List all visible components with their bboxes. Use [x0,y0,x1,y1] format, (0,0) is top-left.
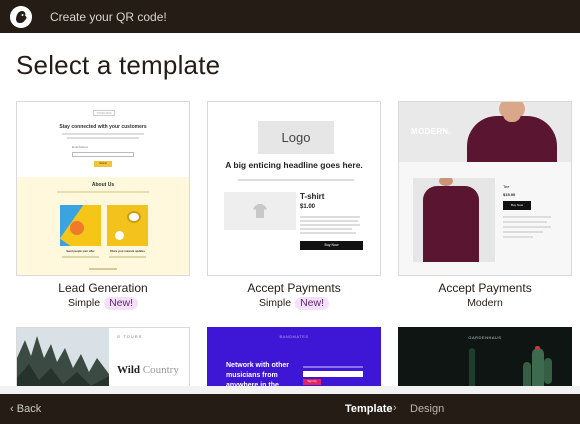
preview-product-name: Tee [503,184,510,189]
preview-image-cup [107,205,148,246]
preview-signup-label: Email Address [72,146,88,149]
preview-image-orange [60,205,101,246]
preview-product-name: T-shirt [300,192,325,201]
preview-heading: Stay connected with your customers [59,124,147,130]
template-card-lead-generation[interactable]: YOUR LOGO Stay connected with your custo… [16,101,190,310]
card-title: Accept Payments [247,281,341,295]
template-thumbnail[interactable]: MODERN. Tee $15.00 Buy Now [398,101,572,276]
preview-forest-image [17,328,109,391]
card-subtitle: Simple [258,297,292,309]
template-thumbnail[interactable]: YOUR LOGO Stay connected with your custo… [16,101,190,276]
card-title: Lead Generation [58,281,148,295]
forest-icon [17,328,109,391]
back-label: Back [16,403,42,415]
step-template[interactable]: Template [345,403,392,415]
preview-buy-button: Buy Now [503,201,531,210]
main-content: Select a template YOUR LOGO Stay connect… [0,33,580,391]
template-thumbnail[interactable]: ⊙ TOURS Wild Country [16,327,190,391]
template-thumbnail[interactable]: GARDENHAUS [398,327,572,391]
tshirt-icon [253,204,267,218]
step-design[interactable]: Design [410,403,444,415]
card-title: Accept Payments [438,281,532,295]
preview-caption-2: Share your relevant updates [110,250,145,253]
preview-headline: A big enticing headline goes here. [225,160,363,170]
mailchimp-logo-icon[interactable] [10,5,32,28]
bottom-bar: ‹ Back Template › Design [0,394,580,424]
template-card-accept-payments-modern[interactable]: MODERN. Tee $15.00 Buy Now Accept Paymen… [398,101,572,309]
app-title: Create your QR code! [50,9,167,24]
template-thumbnail[interactable]: BANDMATES Network with other musicians f… [207,327,381,391]
top-bar: Create your QR code! [0,0,580,33]
preview-brand: BANDMATES [279,334,309,339]
cactus-icon [469,346,552,391]
chevron-right-icon: › [393,402,397,414]
template-card-gardenhaus[interactable]: GARDENHAUS [398,327,572,391]
preview-about: About Us [91,182,115,188]
preview-caption-1: Send people your offer [66,250,95,253]
back-button[interactable]: ‹ Back [10,403,41,415]
preview-price: $1.00 [300,204,316,210]
scroll-track[interactable] [0,386,580,394]
preview-logo: Logo [258,121,334,154]
page-title: Select a template [16,50,221,80]
preview-heading: Wild Country [117,364,179,376]
template-card-bandmates[interactable]: BANDMATES Network with other musicians f… [207,327,381,391]
template-card-tours[interactable]: ⊙ TOURS Wild Country [16,327,190,391]
preview-product-image [413,178,495,262]
card-subtitle: Modern [467,297,503,309]
preview-submit-button: Submit [94,161,112,167]
card-meta: Modern [398,297,572,309]
preview-price: $15.00 [503,192,516,197]
card-meta: Simple New! [16,297,190,310]
chevron-left-icon: ‹ [10,403,14,415]
preview-brand: ⊙ TOURS [117,334,143,339]
template-thumbnail[interactable]: Logo A big enticing headline goes here. … [207,101,381,276]
card-meta: Simple New! [207,297,381,310]
preview-brand: MODERN. [411,127,451,136]
template-card-accept-payments-simple[interactable]: Logo A big enticing headline goes here. … [207,101,381,310]
card-subtitle: Simple [67,297,101,309]
new-badge: New! [104,297,139,310]
preview-signup-button: Sign Up [303,379,321,385]
preview-logo: YOUR LOGO [93,110,115,116]
preview-buy-button: Buy Now [300,241,363,250]
preview-product-image [224,192,296,230]
new-badge: New! [295,297,330,310]
